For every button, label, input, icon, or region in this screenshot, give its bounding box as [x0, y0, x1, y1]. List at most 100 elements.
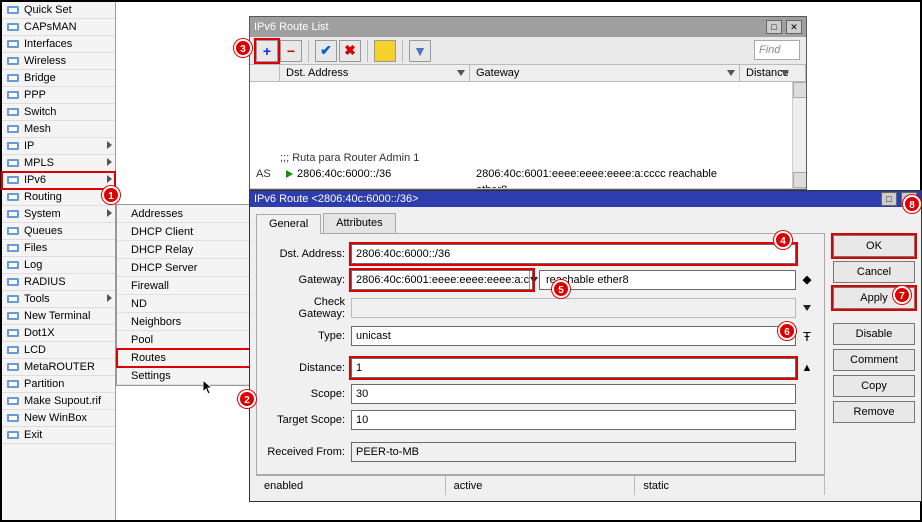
submenu-item-dhcp-server[interactable]: DHCP Server: [117, 259, 255, 277]
sidebar-item-interfaces[interactable]: Interfaces: [2, 36, 115, 53]
queues-icon: [6, 224, 20, 238]
copy-button[interactable]: Copy: [833, 375, 915, 397]
submenu-item-routes[interactable]: Routes: [117, 349, 255, 367]
submenu-item-addresses[interactable]: Addresses: [117, 205, 255, 223]
enable-button[interactable]: ✔: [315, 40, 337, 62]
comment-button[interactable]: Comment: [833, 349, 915, 371]
tabs: General Attributes: [256, 213, 825, 233]
sidebar-item-partition[interactable]: Partition: [2, 376, 115, 393]
gateway-add-remove[interactable]: ◆: [800, 277, 814, 284]
disable-button[interactable]: Disable: [833, 323, 915, 345]
col-flag[interactable]: [250, 65, 280, 81]
input-type[interactable]: unicast: [351, 326, 796, 346]
type-dropdown-icon[interactable]: Ŧ: [800, 329, 814, 344]
sidebar-item-routing[interactable]: Routing: [2, 189, 115, 206]
sidebar-item-ip[interactable]: IP: [2, 138, 115, 155]
scrollbar-vertical[interactable]: [792, 82, 806, 188]
col-dst-address[interactable]: Dst. Address: [280, 65, 470, 81]
window-ipv6-route-edit: IPv6 Route <2806:40c:6000::/36> □ ✕ Gene…: [249, 190, 922, 502]
sidebar-item-mpls[interactable]: MPLS: [2, 155, 115, 172]
sidebar-item-ppp[interactable]: PPP: [2, 87, 115, 104]
submenu-item-firewall[interactable]: Firewall: [117, 277, 255, 295]
callout-4: 4: [774, 231, 792, 249]
ppp-icon: [6, 88, 20, 102]
sidebar-item-mesh[interactable]: Mesh: [2, 121, 115, 138]
sidebar-item-label: IPv6: [24, 172, 115, 189]
sidebar-item-new-winbox[interactable]: New WinBox: [2, 410, 115, 427]
routing-icon: [6, 190, 20, 204]
gateway-dropdown-icon[interactable]: [529, 271, 538, 289]
col-gateway[interactable]: Gateway: [470, 65, 740, 81]
sidebar-item-bridge[interactable]: Bridge: [2, 70, 115, 87]
tab-attributes[interactable]: Attributes: [323, 213, 395, 233]
mpls-icon: [6, 156, 20, 170]
titlebar[interactable]: IPv6 Route List □ ✕: [250, 17, 806, 37]
window-title: IPv6 Route List: [254, 21, 762, 33]
sidebar-item-label: CAPsMAN: [24, 19, 115, 36]
label-received-from: Received From:: [267, 446, 351, 458]
callout-6: 6: [778, 322, 796, 340]
input-dst-address[interactable]: 2806:40c:6000::/36: [351, 244, 796, 264]
ok-button[interactable]: OK: [833, 235, 915, 257]
label-distance: Distance:: [267, 362, 351, 374]
filter-button[interactable]: ▼: [409, 40, 431, 62]
value-received-from: PEER-to-MB: [351, 442, 796, 462]
row-gateway: Gateway: 2806:40c:6001:eeee:eeee:eeee:a:…: [267, 270, 814, 290]
tab-general[interactable]: General: [256, 214, 321, 234]
sidebar-item-radius[interactable]: RADIUS: [2, 274, 115, 291]
sidebar-item-system[interactable]: System: [2, 206, 115, 223]
titlebar-min-icon[interactable]: □: [766, 20, 782, 34]
sidebar-item-label: Interfaces: [24, 36, 115, 53]
find-input[interactable]: Find: [754, 40, 800, 60]
check-gateway-dropdown-icon[interactable]: [800, 305, 814, 311]
submenu-item-neighbors[interactable]: Neighbors: [117, 313, 255, 331]
col-distance[interactable]: Distance: [740, 65, 806, 81]
route-row[interactable]: AS 2806:40c:6000::/36 2806:40c:6001:eeee…: [250, 166, 806, 182]
submenu-item-nd[interactable]: ND: [117, 295, 255, 313]
distance-expand-icon[interactable]: ▲: [800, 362, 814, 374]
sidebar-item-tools[interactable]: Tools: [2, 291, 115, 308]
sidebar-item-ipv6[interactable]: IPv6: [2, 172, 115, 189]
submenu-item-dhcp-relay[interactable]: DHCP Relay: [117, 241, 255, 259]
sidebar-item-switch[interactable]: Switch: [2, 104, 115, 121]
new-winbox-icon: [6, 411, 20, 425]
submenu-item-settings[interactable]: Settings: [117, 367, 255, 385]
status-enabled: enabled: [256, 476, 446, 495]
submenu-item-dhcp-client[interactable]: DHCP Client: [117, 223, 255, 241]
sidebar-item-new-terminal[interactable]: New Terminal: [2, 308, 115, 325]
sidebar-item-make-supout-rif[interactable]: Make Supout.rif: [2, 393, 115, 410]
sidebar-item-queues[interactable]: Queues: [2, 223, 115, 240]
new-terminal-icon: [6, 309, 20, 323]
sidebar-item-label: New WinBox: [24, 410, 115, 427]
sidebar-item-label: MPLS: [24, 155, 115, 172]
cancel-button[interactable]: Cancel: [833, 261, 915, 283]
input-check-gateway[interactable]: [351, 298, 796, 318]
remove-button[interactable]: Remove: [833, 401, 915, 423]
input-target-scope[interactable]: 10: [351, 410, 796, 430]
remove-button[interactable]: −: [280, 40, 302, 62]
titlebar[interactable]: IPv6 Route <2806:40c:6000::/36> □ ✕: [250, 191, 921, 207]
sidebar-item-wireless[interactable]: Wireless: [2, 53, 115, 70]
row-scope: Scope: 30: [267, 384, 814, 404]
sidebar-item-metarouter[interactable]: MetaROUTER: [2, 359, 115, 376]
titlebar-close-icon[interactable]: ✕: [786, 20, 802, 34]
sidebar-item-log[interactable]: Log: [2, 257, 115, 274]
sidebar-item-dot1x[interactable]: Dot1X: [2, 325, 115, 342]
sidebar-item-quick-set[interactable]: Quick Set: [2, 2, 115, 19]
input-distance[interactable]: 1: [351, 358, 796, 378]
disable-button[interactable]: ✖: [339, 40, 361, 62]
sidebar-item-lcd[interactable]: LCD: [2, 342, 115, 359]
input-gateway[interactable]: 2806:40c:6001:eeee:eeee:eeee:a:c: [351, 270, 533, 290]
files-icon: [6, 241, 20, 255]
add-button[interactable]: +: [256, 40, 278, 62]
input-scope[interactable]: 30: [351, 384, 796, 404]
sidebar-item-files[interactable]: Files: [2, 240, 115, 257]
label-gateway: Gateway:: [267, 274, 351, 286]
titlebar-min-icon[interactable]: □: [881, 192, 897, 206]
comment-button[interactable]: [374, 40, 396, 62]
submenu-item-pool[interactable]: Pool: [117, 331, 255, 349]
sidebar-item-capsman[interactable]: CAPsMAN: [2, 19, 115, 36]
sidebar-item-exit[interactable]: Exit: [2, 427, 115, 444]
sidebar-item-label: Make Supout.rif: [24, 393, 115, 410]
switch-icon: [6, 105, 20, 119]
